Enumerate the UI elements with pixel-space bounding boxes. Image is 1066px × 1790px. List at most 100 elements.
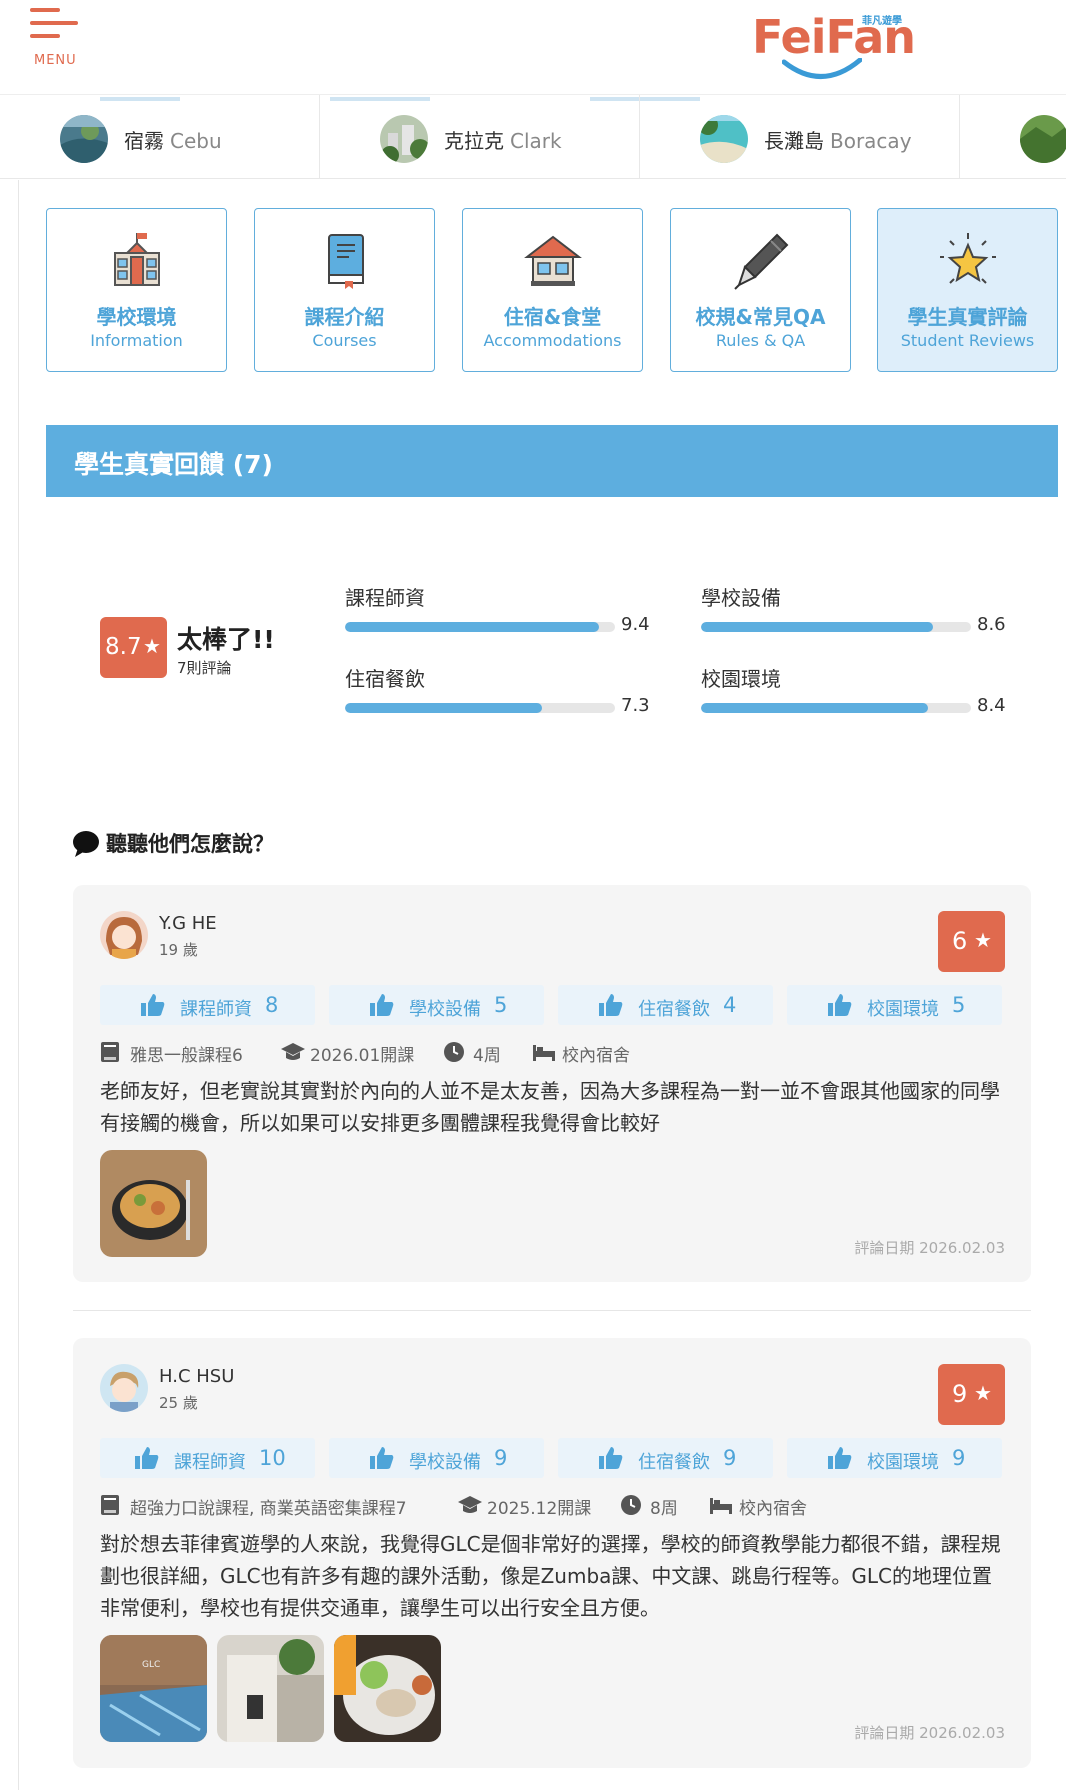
region-tabs: 宿霧 Cebu 克拉克 Clark 長灘島 Boracay bbox=[0, 95, 1066, 179]
review-date: 評論日期 2026.02.03 bbox=[854, 1724, 1005, 1742]
chip-label: 校園環境 bbox=[867, 999, 939, 1020]
review-date: 評論日期 2026.02.03 bbox=[854, 1239, 1005, 1257]
overall-score: 8.7 bbox=[105, 634, 142, 660]
thumbs-up-icon bbox=[828, 1447, 852, 1469]
review-photo[interactable]: GLC bbox=[100, 1635, 207, 1742]
rating-facilities: 學校設備 8.6 bbox=[701, 582, 1006, 652]
review-dorm: 校內宿舍 bbox=[739, 1499, 807, 1519]
school-building-icon bbox=[113, 233, 160, 286]
thumbs-up-icon bbox=[370, 1447, 394, 1469]
review-count: 7則評論 bbox=[177, 659, 232, 677]
section-title: 學生真實回饋 (7) bbox=[74, 450, 273, 479]
chip-value: 9 bbox=[494, 1446, 508, 1470]
clock-icon bbox=[444, 1042, 464, 1062]
chip-label: 學校設備 bbox=[409, 999, 481, 1020]
score-chips: 課程師資 10 學校設備 9 住宿餐飲 9 校園環境 9 bbox=[100, 1438, 1004, 1478]
tile-label-zh: 校規&常見QA bbox=[695, 305, 826, 329]
region-tab-cebu[interactable]: 宿霧 Cebu bbox=[0, 95, 320, 178]
chip-value: 4 bbox=[723, 993, 737, 1017]
clock-icon bbox=[621, 1495, 641, 1515]
chip-accommodation: 住宿餐飲 9 bbox=[558, 1438, 773, 1478]
region-thumbnail-partial bbox=[1020, 115, 1066, 163]
review-photo[interactable] bbox=[217, 1635, 324, 1742]
overall-score-badge: 8.7 ★ bbox=[100, 617, 167, 678]
bed-icon bbox=[710, 1498, 732, 1514]
graduation-cap-icon bbox=[458, 1496, 482, 1513]
region-tab-boracay[interactable]: 長灘島 Boracay bbox=[640, 95, 960, 178]
chip-label: 學校設備 bbox=[409, 1452, 481, 1473]
rating-bar bbox=[701, 703, 928, 713]
thumbs-up-icon bbox=[599, 994, 623, 1016]
avatar bbox=[100, 911, 148, 959]
boracay-thumbnail bbox=[700, 115, 748, 163]
review-course: 雅思一般課程6 bbox=[130, 1046, 243, 1066]
feifan-logo[interactable]: FeiFan 菲凡遊學 bbox=[752, 8, 916, 80]
rating-campus: 校園環境 8.4 bbox=[701, 663, 1006, 733]
tile-label-zh: 學生真實評論 bbox=[907, 305, 1028, 329]
chip-accommodation: 住宿餐飲 4 bbox=[558, 985, 773, 1025]
review-score: 9 bbox=[952, 1380, 968, 1408]
chip-label: 校園環境 bbox=[867, 1452, 939, 1473]
tile-information[interactable]: 學校環境 Information bbox=[46, 208, 227, 372]
tile-label-en: Information bbox=[90, 331, 183, 350]
review-photo[interactable] bbox=[334, 1635, 441, 1742]
chip-teaching: 課程師資 10 bbox=[100, 1438, 315, 1478]
section-title-bar: 學生真實回饋 (7) bbox=[46, 425, 1058, 497]
menu-button[interactable]: MENU bbox=[30, 8, 80, 68]
chip-value: 10 bbox=[259, 1446, 286, 1470]
book-icon bbox=[101, 1042, 119, 1062]
thumbs-up-icon bbox=[828, 994, 852, 1016]
menu-label: MENU bbox=[34, 53, 77, 68]
clark-thumbnail bbox=[380, 115, 428, 163]
thumbs-up-icon bbox=[135, 1447, 159, 1469]
region-tab-more[interactable] bbox=[960, 95, 1066, 178]
tile-label-en: Accommodations bbox=[483, 331, 622, 350]
overall-verdict: 太棒了!! bbox=[177, 625, 275, 654]
reviewer-name: H.C HSU bbox=[159, 1366, 235, 1387]
rating-value: 8.6 bbox=[977, 614, 1006, 635]
thumbs-up-icon bbox=[370, 994, 394, 1016]
tile-student-reviews[interactable]: 學生真實評論 Student Reviews bbox=[877, 208, 1058, 372]
tile-label-zh: 學校環境 bbox=[96, 305, 177, 329]
tile-label-en: Student Reviews bbox=[900, 331, 1035, 350]
score-chips: 課程師資 8 學校設備 5 住宿餐飲 4 校園環境 5 bbox=[100, 985, 1004, 1025]
review-meta: 雅思一般課程6 2026.01開課 4周 校內宿舍 bbox=[100, 1039, 1000, 1066]
rating-value: 9.4 bbox=[621, 614, 650, 635]
region-zh: 宿霧 bbox=[124, 129, 164, 153]
review-meta: 超強力口說課程, 商業英語密集課程7 2025.12開課 8周 校內宿舍 bbox=[100, 1492, 1000, 1519]
logo-smile-icon bbox=[782, 58, 862, 79]
rating-value: 7.3 bbox=[621, 695, 650, 716]
review-text: 老師友好，但老實說其實對於內向的人並不是太友善，因為大多課程為一對一並不會跟其他… bbox=[100, 1079, 1000, 1135]
tile-rules-qa[interactable]: 校規&常見QA Rules & QA bbox=[670, 208, 851, 372]
chip-value: 5 bbox=[494, 993, 508, 1017]
rating-label: 課程師資 bbox=[345, 586, 425, 610]
chip-facilities: 學校設備 9 bbox=[329, 1438, 544, 1478]
region-tab-clark[interactable]: 克拉克 Clark bbox=[320, 95, 640, 178]
cebu-thumbnail bbox=[60, 115, 108, 163]
rating-bar bbox=[345, 703, 543, 713]
rating-label: 住宿餐飲 bbox=[345, 667, 425, 691]
region-en: Boracay bbox=[830, 129, 912, 153]
review-card: Y.G HE 19 歲 6 ★ 課程師資 8 學校設備 5 住宿餐飲 4 校園環… bbox=[73, 885, 1031, 1282]
site-header: MENU FeiFan 菲凡遊學 bbox=[0, 0, 1066, 95]
house-icon bbox=[523, 235, 582, 286]
reviewer-name: Y.G HE bbox=[159, 913, 217, 934]
chip-campus: 校園環境 5 bbox=[787, 985, 1002, 1025]
review-score-badge: 6 ★ bbox=[938, 911, 1005, 972]
review-photo[interactable] bbox=[100, 1150, 207, 1257]
review-start-date: 2025.12開課 bbox=[487, 1499, 592, 1519]
rating-bar bbox=[701, 622, 934, 632]
tile-accommodations[interactable]: 住宿&食堂 Accommodations bbox=[462, 208, 643, 372]
chip-label: 住宿餐飲 bbox=[638, 999, 710, 1020]
chip-campus: 校園環境 9 bbox=[787, 1438, 1002, 1478]
rating-accommodation: 住宿餐飲 7.3 bbox=[345, 663, 650, 733]
region-en: Clark bbox=[510, 129, 562, 153]
star-icon: ★ bbox=[143, 634, 161, 658]
review-course: 超強力口說課程, 商業英語密集課程7 bbox=[130, 1499, 407, 1519]
review-duration: 8周 bbox=[650, 1499, 678, 1519]
review-dorm: 校內宿舍 bbox=[562, 1046, 630, 1066]
rating-label: 學校設備 bbox=[701, 586, 781, 610]
tile-courses[interactable]: 課程介紹 Courses bbox=[254, 208, 435, 372]
rating-label: 校園環境 bbox=[701, 667, 781, 691]
star-icon bbox=[939, 233, 996, 284]
